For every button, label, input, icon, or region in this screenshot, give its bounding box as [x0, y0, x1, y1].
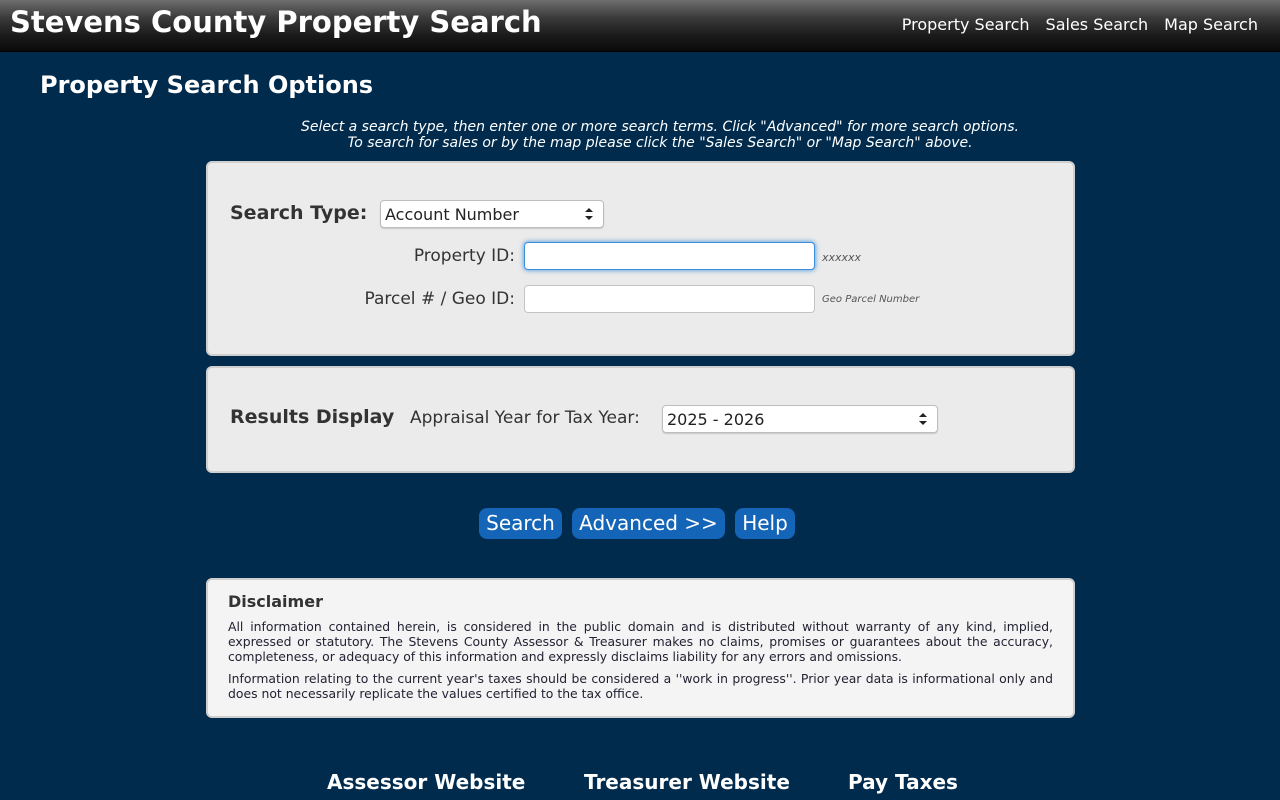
nav-sales-search[interactable]: Sales Search [1046, 15, 1149, 34]
top-bar: Stevens County Property Search Property … [0, 0, 1280, 52]
help-button[interactable]: Help [735, 508, 795, 539]
select-arrows-icon [585, 208, 593, 220]
property-id-hint: xxxxxx [822, 251, 862, 264]
parcel-geo-id-label: Parcel # / Geo ID: [364, 289, 515, 309]
pay-taxes-link[interactable]: Pay Taxes [848, 770, 958, 794]
appraisal-year-value: 2025 - 2026 [667, 410, 765, 429]
search-button[interactable]: Search [479, 508, 562, 539]
treasurer-website-link[interactable]: Treasurer Website [584, 770, 790, 794]
instructions: Select a search type, then enter one or … [0, 119, 1280, 151]
nav-property-search[interactable]: Property Search [902, 15, 1030, 34]
search-type-label: Search Type: [230, 202, 368, 224]
nav-map-search[interactable]: Map Search [1164, 15, 1258, 34]
disclaimer-box: Disclaimer All information contained her… [206, 578, 1075, 718]
results-display-panel: Results Display Appraisal Year for Tax Y… [206, 366, 1075, 473]
footer-links: Assessor Website Treasurer Website Pay T… [0, 770, 1280, 800]
search-panel: Search Type: Account Number Property ID:… [206, 161, 1075, 356]
instruction-line-2: To search for sales or by the map please… [347, 135, 973, 151]
assessor-website-link[interactable]: Assessor Website [327, 770, 525, 794]
property-id-label: Property ID: [413, 246, 515, 266]
page-title: Property Search Options [40, 71, 374, 99]
results-display-title: Results Display [230, 406, 395, 428]
select-arrows-icon [919, 413, 927, 425]
site-title: Stevens County Property Search [10, 5, 542, 39]
search-type-value: Account Number [385, 205, 519, 224]
search-type-select[interactable]: Account Number [380, 200, 604, 228]
disclaimer-title: Disclaimer [228, 592, 323, 611]
appraisal-year-select[interactable]: 2025 - 2026 [662, 405, 938, 433]
parcel-geo-id-hint: Geo Parcel Number [822, 294, 920, 305]
instruction-line-1: Select a search type, then enter one or … [301, 119, 1019, 135]
top-nav: Property Search Sales Search Map Search [902, 15, 1258, 34]
disclaimer-paragraph-2: Information relating to the current year… [228, 671, 1053, 701]
parcel-geo-id-input[interactable] [524, 285, 815, 313]
advanced-button[interactable]: Advanced >> [572, 508, 725, 539]
appraisal-year-label: Appraisal Year for Tax Year: [410, 408, 640, 428]
disclaimer-paragraph-1: All information contained herein, is con… [228, 619, 1053, 664]
property-id-input[interactable] [524, 242, 815, 270]
